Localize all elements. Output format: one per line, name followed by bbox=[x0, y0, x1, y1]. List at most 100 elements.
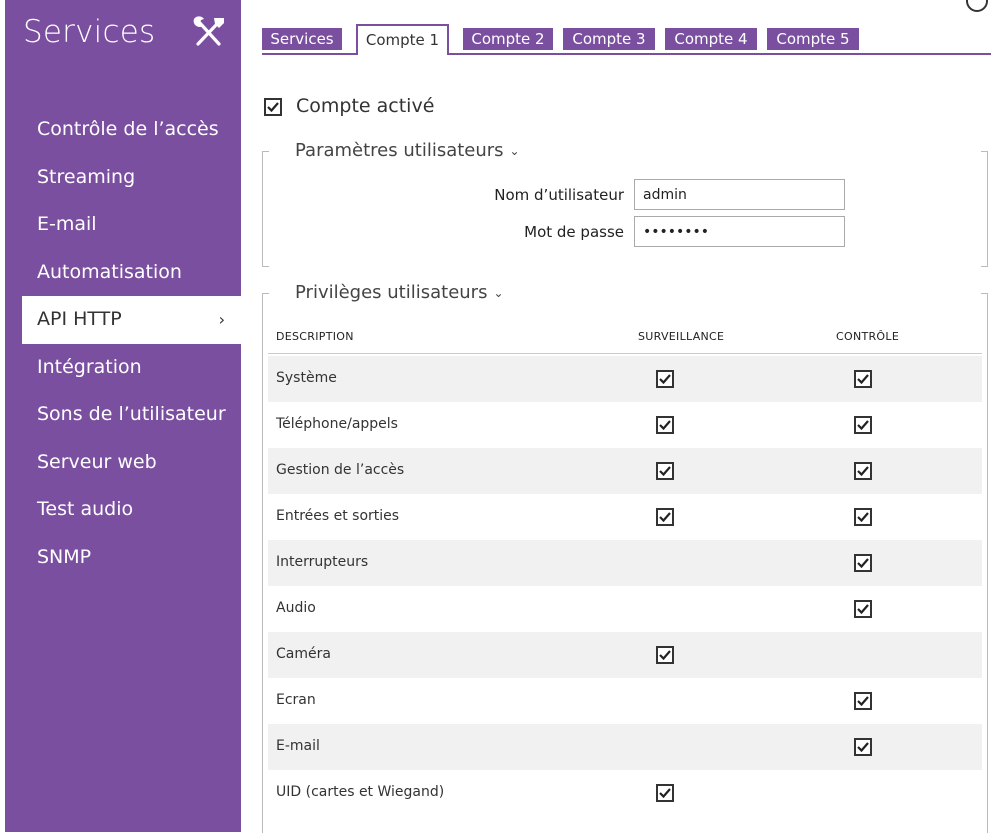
chevron-down-icon: ⌄ bbox=[509, 144, 520, 158]
table-header-divider bbox=[268, 353, 982, 354]
sidebar-item-test-audio[interactable]: Test audio bbox=[5, 486, 241, 534]
privileges-title[interactable]: Privilèges utilisateurs ⌄ bbox=[295, 282, 504, 303]
surveillance-checkbox[interactable] bbox=[656, 416, 674, 434]
check-icon bbox=[857, 742, 869, 753]
column-header-description: DESCRIPTION bbox=[276, 330, 354, 343]
control-checkbox[interactable] bbox=[854, 416, 872, 434]
sidebar-item-label: Intégration bbox=[37, 355, 142, 378]
check-icon bbox=[659, 650, 671, 661]
privilege-description: E-mail bbox=[276, 738, 320, 754]
user-params-title[interactable]: Paramètres utilisateurs ⌄ bbox=[295, 140, 520, 161]
control-checkbox[interactable] bbox=[854, 554, 872, 572]
chevron-right-icon: › bbox=[218, 310, 225, 329]
privilege-description: Gestion de l’accès bbox=[276, 462, 405, 478]
sidebar-item-integration[interactable]: Intégration bbox=[5, 344, 241, 392]
sidebar-item-label: Test audio bbox=[37, 498, 134, 520]
table-row: Entrées et sorties bbox=[268, 494, 982, 540]
sidebar-item-controle-de-l-acces[interactable]: Contrôle de l’accès bbox=[5, 106, 241, 154]
privileges-frame-right bbox=[981, 293, 988, 833]
sidebar-item-sons-de-l-utilisateur[interactable]: Sons de l’utilisateur bbox=[5, 391, 241, 439]
privilege-description: Caméra bbox=[276, 646, 331, 662]
sidebar-item-label: Streaming bbox=[37, 165, 136, 188]
chevron-down-icon: ⌄ bbox=[493, 286, 504, 300]
privilege-description: Entrées et sorties bbox=[276, 508, 400, 524]
table-row: Ecran bbox=[268, 678, 982, 724]
tab-compte-5[interactable]: Compte 5 bbox=[767, 28, 859, 50]
check-icon bbox=[857, 420, 869, 431]
column-header-surveillance: SURVEILLANCE bbox=[638, 330, 725, 343]
sidebar-item-api-http[interactable]: API HTTP › bbox=[22, 296, 241, 344]
surveillance-checkbox[interactable] bbox=[656, 508, 674, 526]
tab-services[interactable]: Services bbox=[262, 28, 342, 50]
password-label: Mot de passe bbox=[524, 223, 624, 241]
privilege-description: Téléphone/appels bbox=[276, 416, 398, 432]
check-icon bbox=[659, 374, 671, 385]
account-enabled-checkbox[interactable] bbox=[264, 98, 282, 116]
username-label: Nom d’utilisateur bbox=[494, 186, 624, 204]
control-checkbox[interactable] bbox=[854, 738, 872, 756]
privilege-description: Audio bbox=[276, 600, 316, 616]
sidebar: Services Contrôle de l’accès Streaming E-m… bbox=[5, 0, 241, 832]
user-params-title-text: Paramètres utilisateurs bbox=[295, 140, 504, 161]
tab-compte-2[interactable]: Compte 2 bbox=[463, 28, 553, 50]
sidebar-item-label: Automatisation bbox=[37, 260, 182, 283]
tools-icon bbox=[193, 16, 224, 46]
check-icon bbox=[857, 512, 869, 523]
privilege-description: Ecran bbox=[276, 692, 316, 708]
table-row: Audio bbox=[268, 586, 982, 632]
user-params-frame-right bbox=[981, 151, 988, 267]
surveillance-checkbox[interactable] bbox=[656, 646, 674, 664]
table-row: Gestion de l’accès bbox=[268, 448, 982, 494]
control-checkbox[interactable] bbox=[854, 462, 872, 480]
tab-compte-4[interactable]: Compte 4 bbox=[665, 28, 757, 50]
control-checkbox[interactable] bbox=[854, 600, 872, 618]
tab-compte-3[interactable]: Compte 3 bbox=[563, 28, 655, 50]
check-icon bbox=[659, 420, 671, 431]
sidebar-item-label: Serveur web bbox=[37, 450, 157, 473]
sidebar-title: Services bbox=[23, 14, 156, 50]
column-header-control: CONTRÔLE bbox=[836, 330, 900, 343]
privileges-title-text: Privilèges utilisateurs bbox=[295, 282, 488, 303]
sidebar-item-label: Sons de l’utilisateur bbox=[37, 403, 226, 425]
sidebar-item-label: API HTTP bbox=[37, 308, 122, 330]
sidebar-item-e-mail[interactable]: E-mail bbox=[5, 201, 241, 249]
check-icon bbox=[857, 558, 869, 569]
check-icon bbox=[267, 102, 279, 113]
info-icon[interactable] bbox=[966, 0, 988, 12]
sidebar-item-streaming[interactable]: Streaming bbox=[5, 154, 241, 202]
table-row: Caméra bbox=[268, 632, 982, 678]
privilege-description: Interrupteurs bbox=[276, 554, 369, 570]
check-icon bbox=[857, 696, 869, 707]
username-input[interactable] bbox=[634, 179, 845, 210]
control-checkbox[interactable] bbox=[854, 692, 872, 710]
sidebar-item-snmp[interactable]: SNMP bbox=[5, 534, 241, 582]
tab-compte-1[interactable]: Compte 1 bbox=[356, 24, 449, 55]
sidebar-item-label: SNMP bbox=[37, 545, 92, 568]
password-input[interactable] bbox=[634, 216, 845, 247]
check-icon bbox=[659, 466, 671, 477]
surveillance-checkbox[interactable] bbox=[656, 462, 674, 480]
sidebar-item-automatisation[interactable]: Automatisation bbox=[5, 249, 241, 297]
surveillance-checkbox[interactable] bbox=[656, 784, 674, 802]
control-checkbox[interactable] bbox=[854, 508, 872, 526]
check-icon bbox=[857, 466, 869, 477]
sidebar-item-label: Contrôle de l’accès bbox=[37, 118, 219, 140]
sidebar-nav: Contrôle de l’accès Streaming E-mail Automa… bbox=[5, 106, 241, 581]
check-icon bbox=[857, 604, 869, 615]
privilege-description: Système bbox=[276, 370, 337, 386]
privileges-table: Système Téléphone/appels Gestion de l’accè… bbox=[268, 356, 982, 816]
table-row: Interrupteurs bbox=[268, 540, 982, 586]
table-row: Système bbox=[268, 356, 982, 402]
check-icon bbox=[659, 512, 671, 523]
control-checkbox[interactable] bbox=[854, 370, 872, 388]
table-row: Téléphone/appels bbox=[268, 402, 982, 448]
check-icon bbox=[857, 374, 869, 385]
check-icon bbox=[659, 788, 671, 799]
surveillance-checkbox[interactable] bbox=[656, 370, 674, 388]
sidebar-item-serveur-web[interactable]: Serveur web bbox=[5, 439, 241, 487]
user-params-frame-left bbox=[262, 151, 269, 267]
privilege-description: UID (cartes et Wiegand) bbox=[276, 784, 445, 800]
table-row: UID (cartes et Wiegand) bbox=[268, 770, 982, 816]
account-enabled-label: Compte activé bbox=[296, 95, 435, 117]
sidebar-item-label: E-mail bbox=[37, 213, 97, 235]
